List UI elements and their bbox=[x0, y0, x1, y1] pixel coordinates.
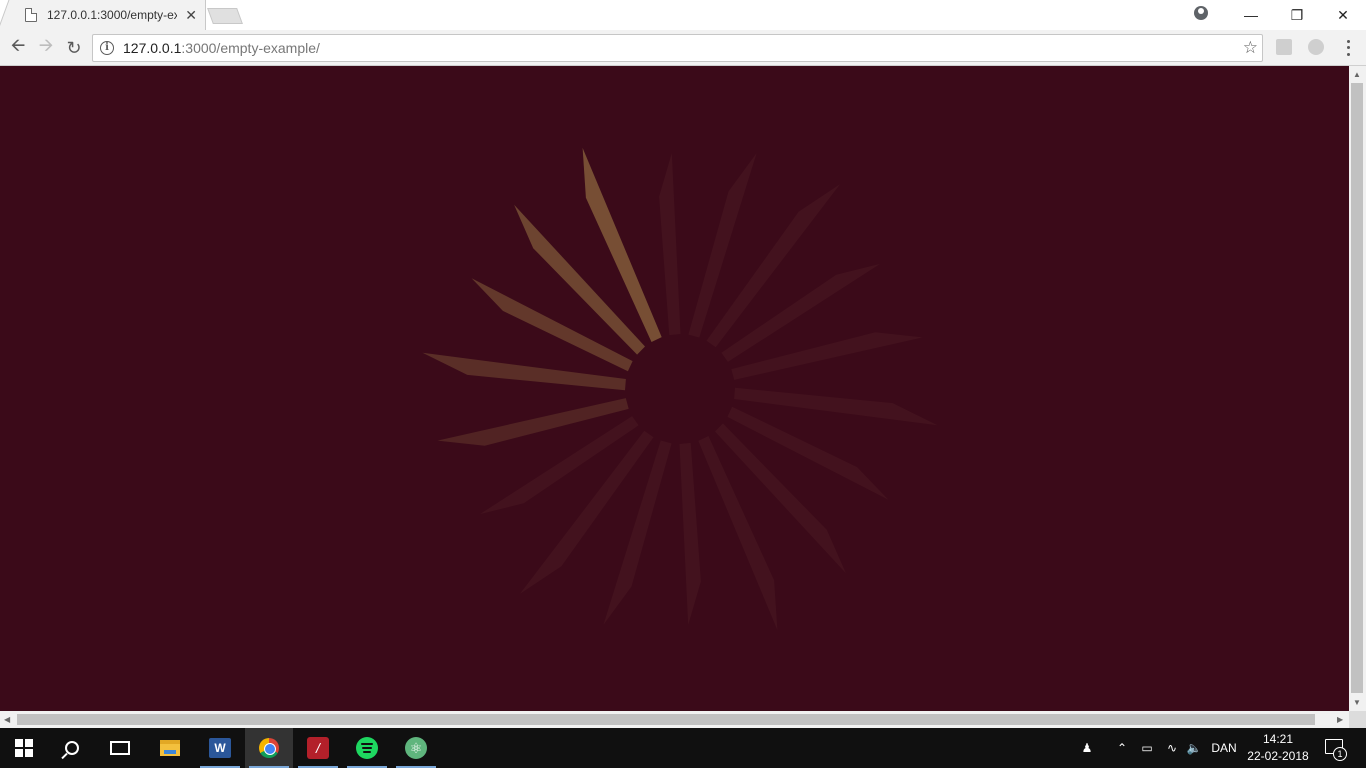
spinner-spike bbox=[422, 352, 626, 391]
forward-arrow-icon: 🡪 bbox=[38, 35, 54, 55]
forward-button[interactable]: 🡪 bbox=[34, 35, 58, 60]
spinner-spike bbox=[603, 440, 672, 625]
window-controls: — ❐ ✕ bbox=[1228, 0, 1366, 30]
show-hidden-icons-chevron-icon[interactable]: ⌃ bbox=[1114, 728, 1130, 768]
star-icon[interactable]: ☆ bbox=[1243, 38, 1258, 58]
taskbar-file-explorer[interactable] bbox=[146, 728, 194, 768]
taskbar-spotify[interactable] bbox=[343, 728, 391, 768]
page-canvas bbox=[0, 66, 1349, 711]
system-clock[interactable]: 14:21 22-02-2018 bbox=[1240, 731, 1316, 765]
scroll-up-icon[interactable]: ▲ bbox=[1353, 70, 1361, 79]
extension-icon[interactable] bbox=[1308, 39, 1324, 55]
info-icon[interactable]: i bbox=[100, 41, 114, 55]
browser-toolbar: 🡨 🡪 ↻ i 127.0.0.1:3000/empty-example/ ☆ bbox=[0, 30, 1366, 66]
spinner-spike bbox=[582, 147, 662, 342]
taskbar-chrome[interactable] bbox=[245, 728, 293, 768]
vertical-scroll-thumb[interactable] bbox=[1351, 83, 1363, 693]
profile-icon[interactable] bbox=[1194, 6, 1208, 20]
scroll-left-icon[interactable]: ◀ bbox=[4, 715, 10, 724]
reload-button[interactable]: ↻ bbox=[62, 36, 86, 60]
notification-count-badge: 1 bbox=[1333, 747, 1347, 761]
tab-close-icon[interactable]: ✕ bbox=[185, 7, 197, 23]
reload-icon: ↻ bbox=[66, 37, 82, 58]
spinner-spike bbox=[659, 153, 681, 336]
red-app-icon: / bbox=[307, 737, 329, 759]
taskbar-red-app[interactable]: / bbox=[294, 728, 342, 768]
kebab-menu-icon[interactable] bbox=[1343, 38, 1353, 58]
browser-tabstrip: 127.0.0.1:3000/empty-ex ✕ — ❐ ✕ bbox=[0, 0, 1366, 30]
volume-muted-icon[interactable]: 🔈 bbox=[1184, 728, 1204, 768]
scroll-right-icon[interactable]: ▶ bbox=[1337, 715, 1343, 724]
search-icon bbox=[65, 741, 79, 755]
url-host: 127.0.0.1 bbox=[123, 40, 182, 56]
search-button[interactable] bbox=[48, 728, 96, 768]
task-view-icon bbox=[110, 741, 130, 755]
spinner-spike bbox=[734, 387, 938, 426]
browser-tab-active[interactable]: 127.0.0.1:3000/empty-ex ✕ bbox=[10, 0, 206, 30]
wifi-icon[interactable]: ∿ bbox=[1162, 728, 1182, 768]
page-favicon-icon bbox=[25, 8, 37, 22]
spotify-icon bbox=[356, 737, 378, 759]
clock-time: 14:21 bbox=[1262, 732, 1294, 746]
address-bar[interactable]: i 127.0.0.1:3000/empty-example/ ☆ bbox=[92, 34, 1263, 62]
spinner-spike bbox=[688, 153, 757, 338]
word-icon: W bbox=[209, 738, 231, 758]
people-icon[interactable]: ♟ bbox=[1076, 728, 1098, 768]
spinner-loader bbox=[422, 147, 938, 631]
restore-button[interactable]: ❐ bbox=[1274, 0, 1320, 30]
scroll-corner bbox=[1349, 711, 1366, 728]
atom-icon: ⚛ bbox=[405, 737, 427, 759]
pdf-extension-icon[interactable] bbox=[1276, 39, 1292, 55]
back-button[interactable]: 🡨 bbox=[6, 35, 30, 60]
scroll-down-icon[interactable]: ▼ bbox=[1353, 698, 1361, 707]
taskbar-word[interactable]: W bbox=[196, 728, 244, 768]
vertical-scrollbar[interactable]: ▲ ▼ bbox=[1349, 66, 1366, 711]
spinner-spike bbox=[679, 442, 701, 625]
input-language-indicator[interactable]: DAN bbox=[1208, 728, 1240, 768]
horizontal-scroll-thumb[interactable] bbox=[17, 714, 1315, 725]
battery-icon[interactable]: ▭ bbox=[1138, 728, 1156, 768]
chrome-icon bbox=[259, 738, 279, 758]
clock-date: 22-02-2018 bbox=[1247, 749, 1309, 763]
close-window-button[interactable]: ✕ bbox=[1320, 0, 1366, 30]
windows-taskbar: W / ⚛ ♟ ⌃ ▭ ∿ 🔈 DAN 14:21 22-02-2018 1 bbox=[0, 728, 1366, 768]
start-button[interactable] bbox=[0, 728, 48, 768]
task-view-button[interactable] bbox=[96, 728, 144, 768]
taskbar-atom[interactable]: ⚛ bbox=[392, 728, 440, 768]
horizontal-scrollbar[interactable]: ◀ ▶ bbox=[0, 711, 1349, 728]
back-arrow-icon: 🡨 bbox=[10, 35, 26, 55]
spinner-spike bbox=[698, 436, 778, 631]
folder-icon bbox=[160, 740, 180, 756]
new-tab-button[interactable] bbox=[207, 8, 243, 24]
url-path: :3000/empty-example/ bbox=[181, 40, 320, 56]
tab-title: 127.0.0.1:3000/empty-ex bbox=[47, 8, 177, 22]
minimize-button[interactable]: — bbox=[1228, 0, 1274, 30]
windows-start-icon bbox=[15, 739, 33, 757]
